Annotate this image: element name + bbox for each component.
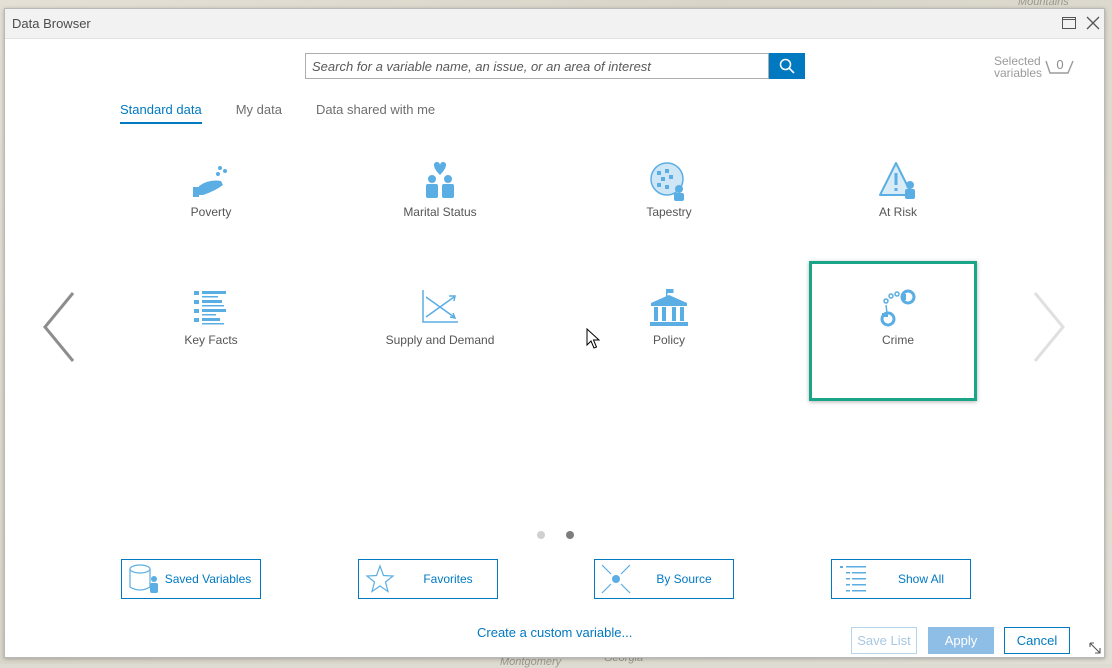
category-policy[interactable]: Policy [579, 289, 759, 347]
category-at-risk[interactable]: At Risk [808, 161, 988, 219]
save-list-button[interactable]: Save List [851, 627, 917, 654]
category-crime[interactable]: Crime [808, 289, 988, 347]
category-label: Supply and Demand [385, 333, 495, 347]
show-all-button[interactable]: Show All [831, 559, 971, 599]
map-label: Mountains [1018, 0, 1069, 8]
category-key-facts[interactable]: Key Facts [121, 289, 301, 347]
search-button[interactable] [769, 53, 805, 79]
mouse-cursor-icon [586, 328, 600, 349]
star-icon [365, 564, 395, 593]
data-tabs: Standard data My data Data shared with m… [120, 102, 469, 124]
search-icon [779, 58, 795, 74]
resize-handle-icon[interactable] [1088, 641, 1102, 655]
next-page-arrow-icon[interactable] [1031, 291, 1067, 363]
category-label: Crime [882, 333, 914, 347]
by-source-button[interactable]: By Source [594, 559, 734, 599]
category-label: Policy [652, 333, 685, 347]
search-input[interactable] [305, 53, 769, 79]
page-dot-2[interactable] [566, 531, 574, 539]
button-label: Favorites [423, 572, 473, 586]
list-icon [840, 566, 866, 592]
category-tapestry[interactable]: Tapestry [579, 161, 759, 219]
maximize-icon[interactable] [1061, 15, 1077, 31]
marital-status-icon [426, 162, 454, 198]
tab-my-data[interactable]: My data [236, 102, 282, 124]
close-icon[interactable] [1085, 15, 1101, 31]
category-label: Marital Status [403, 205, 477, 219]
favorites-button[interactable]: Favorites [358, 559, 498, 599]
policy-icon [650, 289, 688, 326]
search-bar [305, 53, 805, 79]
tab-data-shared[interactable]: Data shared with me [316, 102, 435, 124]
create-custom-variable-link[interactable]: Create a custom variable... [477, 625, 632, 640]
category-poverty[interactable]: Poverty [121, 161, 301, 219]
button-label: By Source [656, 572, 712, 586]
category-label: Key Facts [184, 333, 238, 347]
title-bar: Data Browser [5, 9, 1104, 39]
category-label: Tapestry [646, 205, 692, 219]
by-source-icon [601, 564, 631, 594]
window-title: Data Browser [12, 16, 91, 31]
selected-count: 0 [1056, 57, 1064, 72]
supply-demand-icon [422, 290, 458, 323]
previous-page-arrow-icon[interactable] [41, 291, 77, 363]
saved-variables-button[interactable]: Saved Variables [121, 559, 261, 599]
category-label: At Risk [878, 205, 917, 219]
key-facts-icon [194, 291, 226, 325]
saved-variables-icon [129, 564, 158, 593]
tapestry-icon [650, 162, 684, 201]
selected-variables-label: Selected variables [994, 55, 1042, 79]
at-risk-icon [879, 162, 915, 199]
button-label: Show All [897, 572, 945, 586]
category-marital-status[interactable]: Marital Status [350, 161, 530, 219]
poverty-icon [193, 166, 227, 197]
page-dot-1[interactable] [537, 531, 545, 539]
cancel-button[interactable]: Cancel [1004, 627, 1070, 654]
selected-label-line2: variables [994, 66, 1043, 80]
button-label: Saved Variables [164, 572, 252, 586]
category-supply-demand[interactable]: Supply and Demand [350, 289, 530, 347]
data-browser-dialog: Data Browser Selected variables 0 Standa… [4, 8, 1105, 658]
category-label: Poverty [190, 205, 232, 219]
tab-standard-data[interactable]: Standard data [120, 102, 202, 124]
apply-button[interactable]: Apply [928, 627, 994, 654]
handcuffs-icon [880, 289, 916, 327]
